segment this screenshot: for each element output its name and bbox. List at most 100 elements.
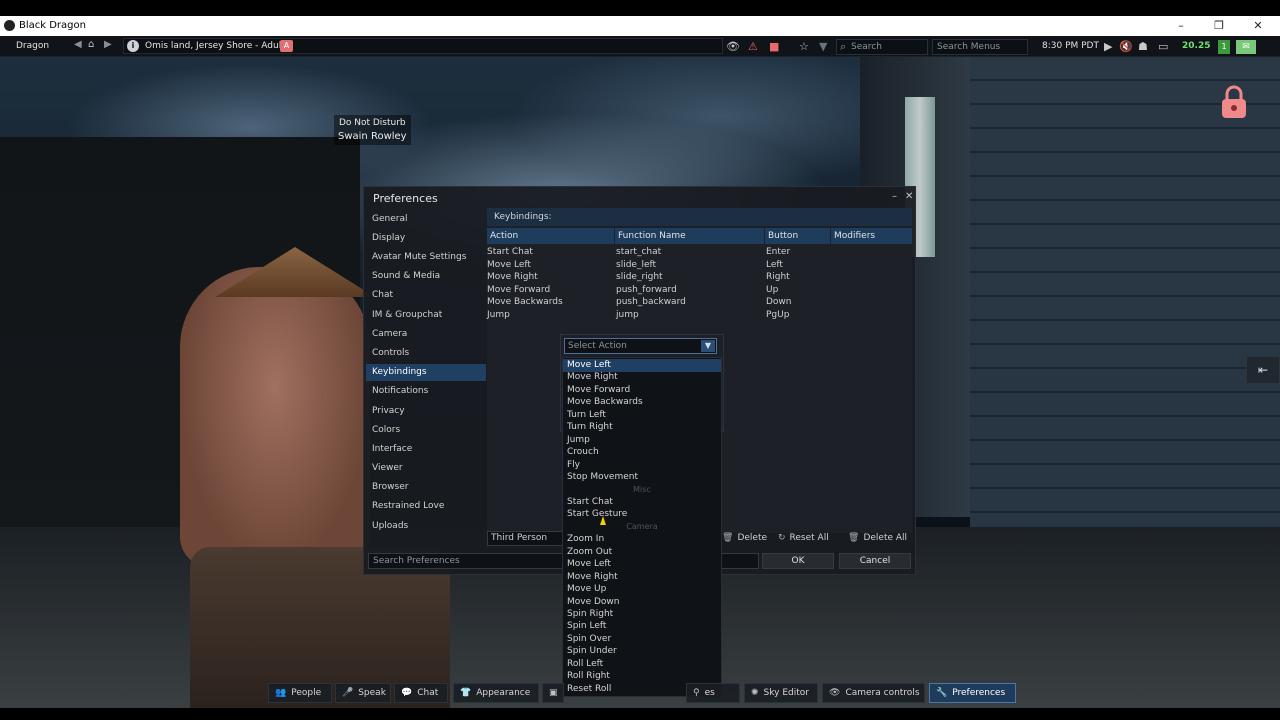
dropdown-item[interactable]: Move Forward — [563, 384, 721, 397]
close-floater-icon[interactable]: ✕ — [905, 191, 913, 202]
dropdown-item[interactable]: Crouch — [563, 446, 721, 459]
reset-all-button[interactable]: ↻ Reset All — [778, 531, 829, 546]
restore-button[interactable]: ❐ — [1206, 18, 1232, 34]
select-action-combo[interactable]: Select Action ▼ — [564, 338, 717, 354]
forward-arrow-icon[interactable]: ▶ — [104, 39, 112, 50]
table-row[interactable]: Start Chat start_chat Enter — [487, 246, 912, 259]
category-item[interactable]: Browser — [366, 479, 486, 496]
close-button[interactable]: ✕ — [1245, 18, 1271, 34]
minimize-button[interactable]: – — [1168, 18, 1194, 34]
dropdown-item[interactable]: Zoom Out — [563, 546, 721, 559]
scripts-blocked-icon[interactable]: ⚠ — [748, 40, 758, 53]
speak-button[interactable]: 🎤 Speak — [335, 683, 391, 703]
mute-icon[interactable]: 🔇 — [1119, 40, 1133, 53]
lock-icon[interactable] — [1219, 85, 1249, 119]
chevron-down-icon[interactable]: ▼ — [701, 340, 715, 352]
dropdown-item[interactable]: Zoom In — [563, 533, 721, 546]
chat-button[interactable]: 💬 Chat — [394, 683, 448, 703]
category-item[interactable]: Colors — [366, 422, 486, 439]
chevron-down-icon[interactable]: ▼ — [819, 40, 827, 53]
category-item[interactable]: General — [366, 211, 486, 228]
category-item[interactable]: Avatar Mute Settings — [366, 249, 486, 266]
cell-function: push_forward — [616, 284, 677, 295]
dropdown-item[interactable]: Move Down — [563, 596, 721, 609]
bandwidth-icon[interactable]: ▭ — [1158, 40, 1168, 53]
partially-hidden-button[interactable]: ⚲ es — [686, 683, 740, 703]
location-bar[interactable]: i Omis land, Jersey Shore - Adult A — [123, 38, 723, 54]
people-label: People — [291, 688, 322, 698]
info-icon[interactable]: i — [127, 40, 139, 52]
category-item[interactable]: Camera — [366, 326, 486, 343]
dropdown-item[interactable]: Roll Left — [563, 658, 721, 671]
category-item[interactable]: Keybindings — [366, 364, 486, 381]
camera-mode-select[interactable]: Third Person — [487, 531, 567, 546]
dropdown-item[interactable]: Move Left — [563, 558, 721, 571]
column-function-name[interactable]: Function Name — [615, 228, 765, 244]
people-nearby-icon[interactable]: ☗ — [1138, 40, 1148, 53]
dropdown-item[interactable]: Jump — [563, 434, 721, 447]
minimize-floater-icon[interactable]: – — [892, 191, 897, 202]
search-menus-input[interactable]: Search Menus — [932, 39, 1028, 55]
dropdown-item[interactable]: Move Up — [563, 583, 721, 596]
back-arrow-icon[interactable]: ◀ — [74, 39, 82, 50]
favorite-star-icon[interactable]: ☆ — [799, 40, 809, 53]
mail-icon[interactable]: ✉ — [1236, 40, 1256, 54]
column-action[interactable]: Action — [487, 228, 615, 244]
dropdown-item[interactable]: Move Right — [563, 371, 721, 384]
category-item[interactable]: Controls — [366, 345, 486, 362]
category-item[interactable]: Notifications — [366, 383, 486, 400]
category-item[interactable]: Chat — [366, 287, 486, 304]
home-icon[interactable]: ⌂ — [88, 39, 94, 50]
dropdown-item[interactable]: Spin Over — [563, 633, 721, 646]
ok-button[interactable]: OK — [762, 553, 834, 569]
search-preferences-field-end[interactable] — [719, 553, 759, 569]
eye-blocked-icon[interactable]: 👁 — [726, 40, 740, 53]
table-row[interactable]: Move Left slide_left Left — [487, 259, 912, 272]
dropdown-item[interactable]: Stop Movement — [563, 471, 721, 484]
search-input[interactable]: Search — [836, 39, 928, 55]
table-row[interactable]: Jump jump PgUp — [487, 309, 912, 322]
dropdown-item[interactable]: Start Gesture — [563, 508, 721, 521]
column-button[interactable]: Button — [765, 228, 831, 244]
camera-controls-button[interactable]: 👁 Camera controls — [822, 683, 925, 703]
people-button[interactable]: 👥 People — [268, 683, 332, 703]
expand-panel-icon[interactable]: ⇤ — [1246, 356, 1280, 384]
table-row[interactable]: Move Forward push_forward Up — [487, 284, 912, 297]
column-modifiers[interactable]: Modifiers — [831, 228, 912, 244]
dropdown-item[interactable]: Spin Left — [563, 620, 721, 633]
cancel-button[interactable]: Cancel — [839, 553, 911, 569]
appearance-button[interactable]: 👕 Appearance — [453, 683, 539, 703]
category-item[interactable]: Display — [366, 230, 486, 247]
table-row[interactable]: Move Right slide_right Right — [487, 271, 912, 284]
category-item[interactable]: Privacy — [366, 403, 486, 420]
dropdown-item[interactable]: Move Backwards — [563, 396, 721, 409]
category-item[interactable]: Sound & Media — [366, 268, 486, 285]
table-row[interactable]: Move Backwards push_backward Down — [487, 296, 912, 309]
cell-button: Right — [766, 272, 790, 283]
play-media-icon[interactable]: ▶ — [1104, 40, 1112, 53]
notification-count-badge[interactable]: 1 — [1218, 40, 1230, 54]
inventory-button[interactable]: ▣ — [542, 683, 564, 703]
sky-editor-button[interactable]: ✺ Sky Editor — [744, 683, 818, 703]
dropdown-item[interactable]: Turn Left — [563, 409, 721, 422]
category-item[interactable]: Uploads — [366, 518, 486, 535]
delete-all-button[interactable]: 🗑 Delete All — [848, 531, 907, 546]
dropdown-item[interactable]: Move Right — [563, 571, 721, 584]
delete-button[interactable]: 🗑 Delete — [722, 531, 767, 546]
dropdown-item[interactable]: Start Chat — [563, 496, 721, 509]
category-item[interactable]: Restrained Love — [366, 498, 486, 515]
dragon-menu[interactable]: Dragon — [16, 41, 49, 51]
no-build-icon[interactable]: ■ — [769, 40, 779, 53]
search-preferences-input[interactable]: Search Preferences — [368, 553, 564, 569]
dropdown-item[interactable]: Move Left — [563, 359, 721, 372]
dropdown-item[interactable]: Fly — [563, 459, 721, 472]
category-item[interactable]: Viewer — [366, 460, 486, 477]
shirt-icon: 👕 — [460, 688, 472, 698]
preferences-button[interactable]: 🔧 Preferences — [929, 683, 1016, 703]
dropdown-item[interactable]: Turn Right — [563, 421, 721, 434]
avatar-body[interactable] — [180, 267, 370, 567]
dropdown-item[interactable]: Spin Under — [563, 645, 721, 658]
category-item[interactable]: Interface — [366, 441, 486, 458]
dropdown-item[interactable]: Spin Right — [563, 608, 721, 621]
category-item[interactable]: IM & Groupchat — [366, 307, 486, 324]
